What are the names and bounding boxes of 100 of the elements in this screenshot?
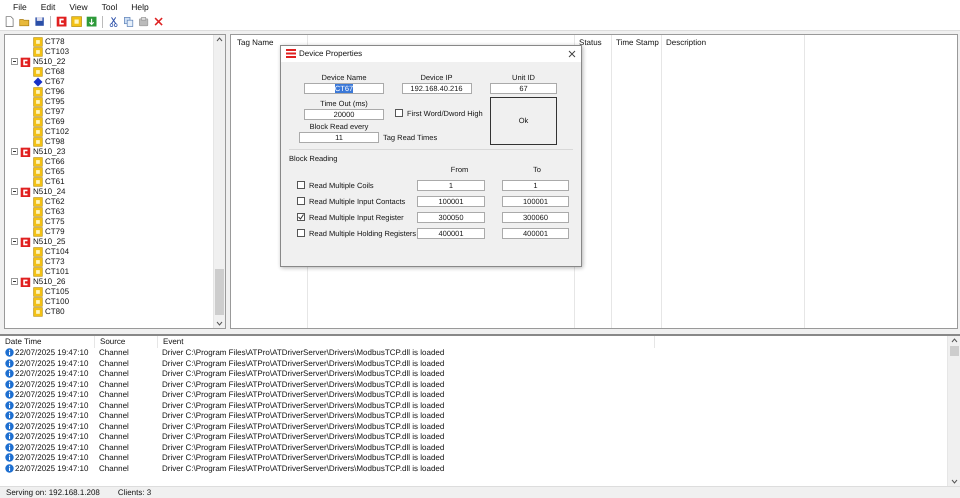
tree-item[interactable]: CT78 [45,37,65,46]
info-icon [5,358,14,368]
tree-item[interactable]: CT102 [45,127,70,136]
collapse-icon[interactable] [11,148,18,156]
tree-item[interactable]: CT101 [45,267,70,276]
tag-button[interactable] [71,16,82,28]
tree-item[interactable]: CT95 [45,97,65,106]
tree-item[interactable]: CT68 [45,67,65,76]
info-icon [5,390,14,400]
checkbox[interactable] [297,197,305,206]
table-cell-text: Channel [98,422,130,431]
tree-item[interactable]: N510_25 [33,237,66,246]
tree-item[interactable]: N510_24 [33,187,66,196]
tree-item[interactable]: CT75 [45,217,65,226]
table-cell: 22/07/2025 19:47:10 [15,422,88,431]
tree-item[interactable]: CT98 [45,137,65,146]
collapse-icon[interactable] [11,278,18,286]
scroll-thumb[interactable] [215,268,224,315]
column-header[interactable]: Tag Name [237,38,274,47]
tag-icon [33,176,43,187]
table-cell: 22/07/2025 19:47:10 [15,390,88,400]
table-cell-text: Channel [98,348,130,358]
tree-item[interactable]: CT63 [45,207,65,216]
column-header[interactable]: Description [666,38,706,47]
table-cell: 22/07/2025 19:47:10 [15,432,88,442]
app-icon [286,49,296,58]
tree-item[interactable]: CT103 [45,47,70,56]
tag-icon [33,116,43,127]
column-header[interactable]: Event [158,336,655,348]
column-header[interactable]: Source [95,336,158,348]
new-file-icon [4,16,15,28]
info-icon [5,348,14,358]
menu-item[interactable]: Help [124,2,156,12]
tree-item[interactable]: CT104 [45,247,70,256]
tree-item[interactable]: CT80 [45,307,65,316]
tree-item[interactable]: N510_22 [33,57,66,66]
column-header[interactable]: Status [579,38,602,47]
column-header[interactable]: Date Time [0,336,95,348]
tree-item[interactable]: CT67 [45,77,65,86]
tree-item[interactable]: N510_26 [33,277,66,286]
menu-item[interactable]: Edit [34,2,62,12]
collapse-icon[interactable] [11,58,18,66]
checkbox[interactable] [297,181,305,190]
tag-icon [33,296,43,307]
menu-item[interactable]: View [62,2,95,12]
info-icon [5,411,14,420]
info-icon [5,432,14,442]
download-tag-button[interactable] [86,16,97,28]
device-icon [20,56,31,67]
device-button[interactable] [56,16,67,28]
collapse-icon[interactable] [11,188,18,196]
scroll-thumb[interactable] [950,346,958,356]
close-button[interactable] [568,50,576,58]
menu-item[interactable]: File [6,2,34,12]
tag-icon [33,66,43,77]
paste-button[interactable] [138,16,149,28]
checkbox[interactable] [297,213,305,222]
copy-button[interactable] [123,16,134,28]
dialog-title: Device Properties [299,49,364,58]
tree-item[interactable]: N510_23 [33,147,66,156]
table-cell: 22/07/2025 19:47:10 [15,442,88,452]
scroll-up-icon [216,34,223,44]
tag-icon [33,126,43,137]
tree-item[interactable]: CT97 [45,107,65,116]
new-file-button[interactable] [4,16,15,28]
checkbox[interactable] [395,109,403,118]
tree-item[interactable]: CT73 [45,257,65,266]
collapse-icon[interactable] [11,238,18,246]
tree-item[interactable]: CT79 [45,227,65,236]
tag-icon [33,136,43,147]
table-cell: 22/07/2025 19:47:10 [15,464,88,473]
table-cell-text: Channel [98,432,130,442]
cut-button[interactable] [108,16,119,28]
tree-item[interactable]: CT62 [45,197,65,206]
tag-icon [33,166,43,177]
delete-button[interactable] [153,16,164,28]
table-cell-text: Driver C:\Program Files\ATPro\ATDriverServer\Drivers\ModbusTCP.dll is loaded [161,348,444,358]
tag-icon [33,196,43,207]
device-icon [20,276,31,287]
checkbox[interactable] [297,229,305,238]
table-cell-text: Channel [98,464,130,473]
tag-icon [71,16,82,28]
tree-item[interactable]: CT66 [45,157,65,166]
tag-icon [33,256,43,267]
folder-button[interactable] [19,16,30,28]
delete-icon [153,16,164,28]
tree-item[interactable]: CT100 [45,297,70,306]
save-button[interactable] [34,16,45,28]
column-header[interactable]: Time Stamp [616,38,659,47]
cut-icon [108,16,119,28]
table-cell-text: Driver C:\Program Files\ATPro\ATDriverServer\Drivers\ModbusTCP.dll is loaded [161,422,444,431]
tree-item[interactable]: CT105 [45,287,70,296]
menu-item[interactable]: Tool [94,2,124,12]
tree-item[interactable]: CT65 [45,167,65,176]
tag-icon [33,156,43,167]
table-cell-text: Driver C:\Program Files\ATPro\ATDriverServer\Drivers\ModbusTCP.dll is loaded [161,453,444,462]
tree-item[interactable]: CT61 [45,177,65,186]
tree-item[interactable]: CT69 [45,117,65,126]
tree-item[interactable]: CT96 [45,87,65,96]
table-cell: 22/07/2025 19:47:10 [15,358,88,368]
